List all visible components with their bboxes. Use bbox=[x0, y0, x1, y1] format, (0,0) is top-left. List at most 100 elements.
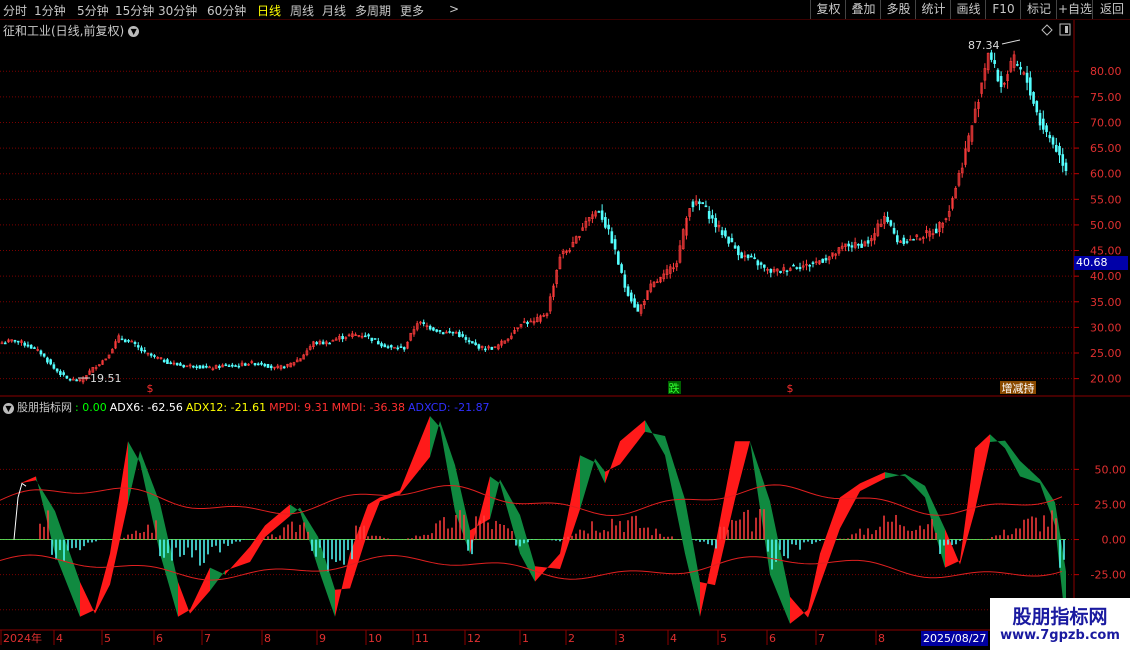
adx-band bbox=[500, 479, 520, 554]
adx-band bbox=[178, 582, 190, 617]
diamond-icon[interactable] bbox=[1041, 24, 1053, 36]
candle-body bbox=[811, 262, 815, 264]
candle-body bbox=[999, 76, 1003, 88]
candle-body bbox=[441, 332, 445, 335]
candle-body bbox=[282, 366, 286, 369]
candle-body bbox=[759, 262, 763, 265]
price-tick-label: 55.00 bbox=[1090, 193, 1122, 206]
candle-body bbox=[227, 365, 231, 367]
adx6-value: ADX6: -62.56 bbox=[109, 401, 183, 414]
candle-body bbox=[39, 350, 43, 355]
adx-band bbox=[840, 483, 860, 529]
candle-body bbox=[808, 264, 812, 267]
adx-band bbox=[560, 455, 580, 570]
candle-body bbox=[740, 252, 743, 259]
candle-body bbox=[892, 228, 896, 234]
mpdi-value: MPDI: 9.31 bbox=[269, 401, 329, 414]
date-axis: 2024年 4 5 6 7 8 9 10 11 12 1 2 3 4 5 6 7 8 bbox=[0, 630, 885, 645]
candle-body bbox=[62, 372, 65, 375]
candle-body bbox=[458, 331, 461, 338]
candle-body bbox=[471, 341, 474, 344]
candle-body bbox=[364, 335, 367, 338]
candle-body bbox=[1025, 72, 1029, 83]
indicator-value-0: : 0.00 bbox=[75, 401, 107, 414]
adx-band bbox=[665, 436, 685, 554]
date-tick-label: 4 bbox=[670, 632, 677, 645]
candle-body bbox=[902, 237, 906, 244]
candle-body bbox=[59, 371, 62, 375]
price-grid bbox=[0, 70, 1074, 380]
adx6-start-line bbox=[13, 482, 27, 540]
candle-body bbox=[205, 365, 208, 368]
candle-body bbox=[435, 329, 438, 332]
candle-body bbox=[886, 216, 889, 222]
candle-body bbox=[75, 379, 78, 382]
candle-body bbox=[402, 347, 406, 350]
candle-body bbox=[1038, 113, 1042, 126]
indicator-name[interactable]: 股朋指标网 bbox=[17, 401, 72, 414]
adx-band bbox=[960, 448, 975, 565]
candle-body bbox=[136, 345, 140, 348]
candle-body bbox=[798, 266, 802, 270]
candle-body bbox=[149, 353, 153, 356]
adx-band bbox=[820, 497, 840, 585]
date-highlight: 2025/08/27 bbox=[921, 631, 989, 646]
candle-body bbox=[746, 254, 750, 259]
mmdi-value: MMDI: -36.38 bbox=[331, 401, 406, 414]
candle-body bbox=[68, 378, 72, 381]
candle-body bbox=[451, 331, 455, 334]
candle-body bbox=[461, 334, 464, 337]
candle-body bbox=[341, 336, 344, 340]
adx-band bbox=[770, 501, 790, 624]
candle-body bbox=[432, 327, 435, 331]
candle-body bbox=[208, 366, 211, 369]
candle-body bbox=[850, 245, 854, 248]
candle-body bbox=[720, 230, 724, 236]
adx-band bbox=[140, 450, 160, 554]
candle-body bbox=[990, 52, 993, 60]
candle-body bbox=[234, 365, 237, 367]
candle-body bbox=[607, 224, 610, 230]
adx-band bbox=[790, 596, 808, 624]
candle-body bbox=[1051, 137, 1055, 145]
adx-band bbox=[700, 546, 715, 617]
indicator-axis-ticks: 50.0025.000.00-25.00-50.00 bbox=[1074, 463, 1126, 617]
candle-body bbox=[65, 375, 69, 379]
candle-body bbox=[996, 69, 1000, 82]
adx-band bbox=[368, 497, 380, 532]
candle-body bbox=[623, 274, 627, 288]
chart-canvas: 80.0075.0070.0065.0060.0055.0050.0045.00… bbox=[0, 20, 1130, 645]
price-tick-label: 75.00 bbox=[1090, 91, 1122, 104]
date-tick-label: 8 bbox=[878, 632, 885, 645]
candle-body bbox=[396, 347, 400, 350]
adx-band bbox=[300, 507, 318, 568]
candle-body bbox=[1019, 66, 1022, 70]
event-markers: $ 跌 $ 增减持 bbox=[147, 381, 1036, 395]
candle-body bbox=[866, 240, 870, 244]
candle-body bbox=[16, 340, 20, 343]
candle-body bbox=[1029, 77, 1032, 96]
adx-band bbox=[905, 474, 925, 498]
high-annotation: 87.34 bbox=[968, 39, 1021, 52]
candle-body bbox=[484, 348, 487, 351]
candle-body bbox=[3, 342, 7, 345]
candle-body bbox=[153, 355, 156, 357]
date-tick-label: 2024年 bbox=[3, 631, 42, 645]
adx-band bbox=[1020, 460, 1040, 484]
candle-body bbox=[169, 362, 172, 365]
candle-body bbox=[474, 342, 477, 346]
candle-body bbox=[779, 270, 782, 273]
adx-band bbox=[945, 529, 960, 568]
candle-body bbox=[140, 347, 143, 352]
adx-band bbox=[110, 441, 128, 585]
candle-body bbox=[1016, 64, 1019, 66]
candle-body bbox=[795, 267, 799, 269]
candle-body bbox=[23, 342, 27, 346]
adx-band bbox=[990, 434, 1005, 449]
candle-body bbox=[198, 365, 202, 369]
chevron-down-icon[interactable]: ▼ bbox=[3, 402, 14, 414]
date-tick-label: 9 bbox=[319, 632, 326, 645]
candle-body bbox=[399, 346, 403, 348]
candle-body bbox=[905, 241, 909, 243]
panel-toggle-icon[interactable] bbox=[1059, 23, 1071, 36]
